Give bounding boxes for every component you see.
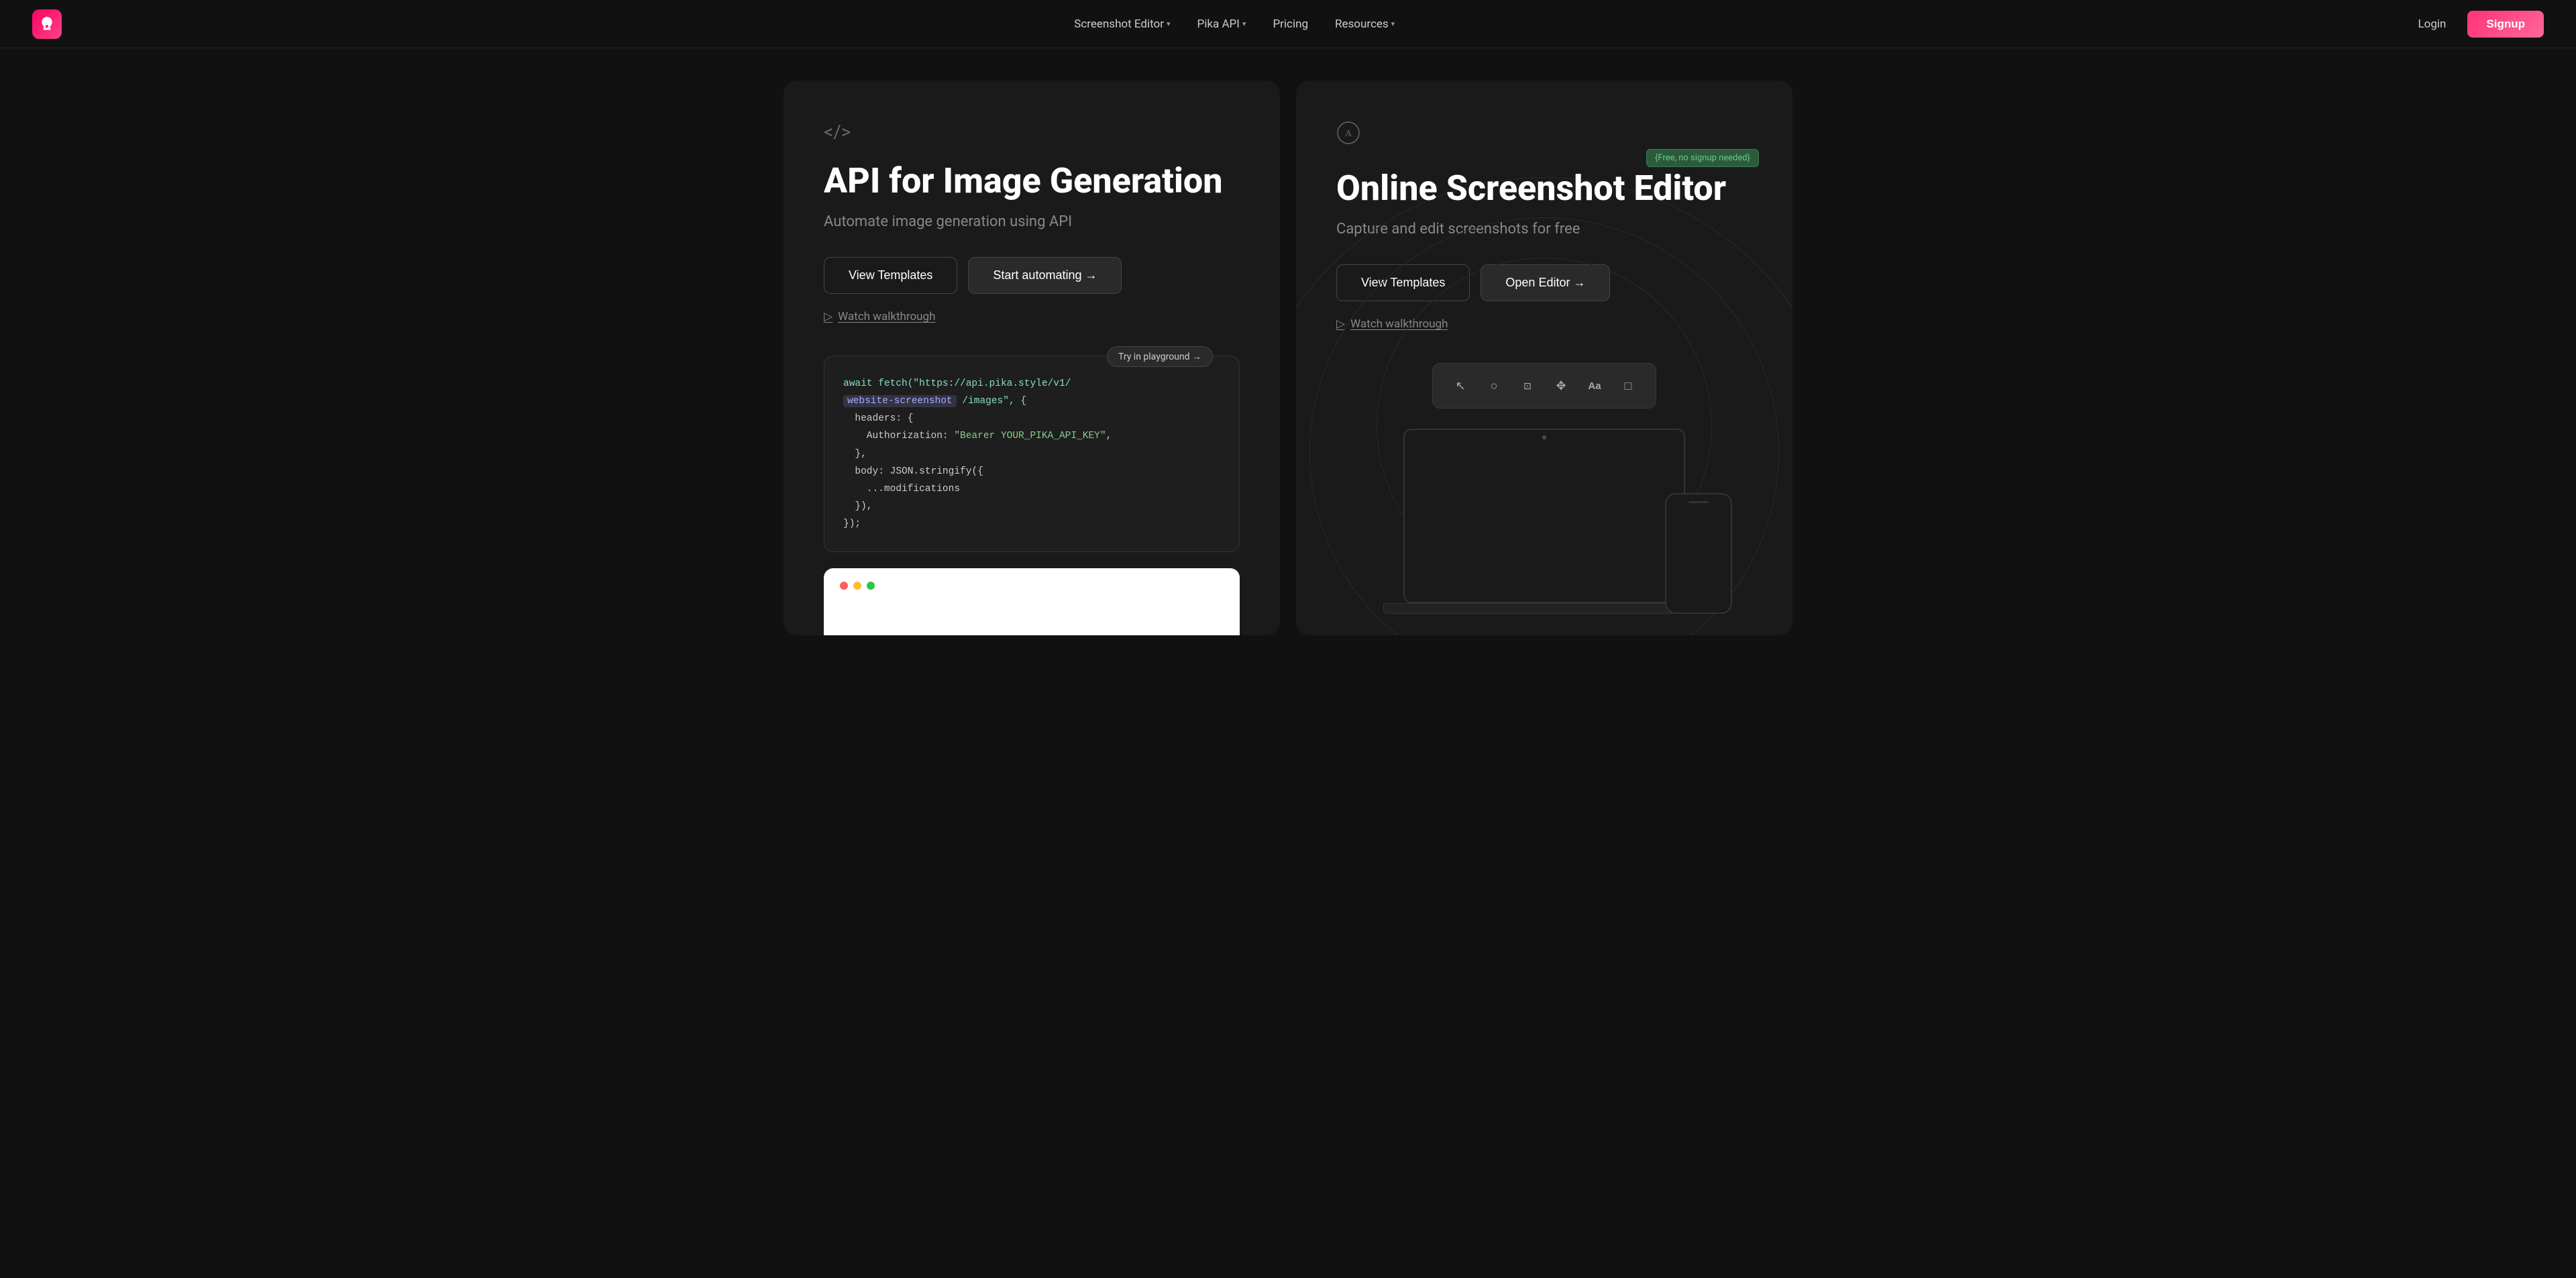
device-laptop-base [1383,603,1705,614]
editor-card-buttons: View Templates Open Editor → [1336,264,1752,301]
main-content: </> API for Image Generation Automate im… [751,48,1825,635]
crop-tool-button[interactable]: ⊡ [1513,372,1542,400]
chevron-down-icon: ▾ [1391,19,1395,28]
login-button[interactable]: Login [2407,12,2457,36]
circle-tool-button[interactable]: ○ [1480,372,1508,400]
code-line-6: body: JSON.stringify({ [843,463,1220,480]
editor-icon: A [1336,121,1752,150]
navbar: Screenshot Editor ▾ Pika API ▾ Pricing R… [0,0,2576,48]
logo[interactable] [32,9,62,39]
nav-item-pricing[interactable]: Pricing [1262,12,1319,36]
preview-card [824,568,1240,635]
editor-card-subtitle: Capture and edit screenshots for free [1336,221,1752,237]
code-line-2: website-screenshot /images", { [843,392,1220,410]
laptop-wrapper [1383,429,1705,614]
api-card-title: API for Image Generation [824,162,1240,200]
editor-title-container: {Free, no signup needed} Online Screensh… [1336,169,1752,207]
api-card-buttons: View Templates Start automating → [824,257,1240,294]
signup-button[interactable]: Signup [2467,11,2544,38]
logo-icon [38,15,56,33]
api-card-subtitle: Automate image generation using API [824,213,1240,230]
move-tool-button[interactable]: ✥ [1547,372,1575,400]
api-card: </> API for Image Generation Automate im… [784,81,1280,635]
nav-item-pika-api[interactable]: Pika API ▾ [1187,12,1257,36]
code-line-1: await fetch("https://api.pika.style/v1/ [843,375,1220,392]
phone-notch [1688,501,1709,503]
window-dots [840,582,1224,590]
api-view-templates-button[interactable]: View Templates [824,257,957,294]
nav-center: Screenshot Editor ▾ Pika API ▾ Pricing R… [1063,12,1405,36]
editor-view-templates-button[interactable]: View Templates [1336,264,1470,301]
text-tool-button[interactable]: Aa [1580,372,1609,400]
editor-section: ↖ ○ ⊡ ✥ Aa □ [1336,363,1752,614]
dot-red [840,582,848,590]
dot-yellow [853,582,861,590]
code-section: Try in playground → await fetch("https:/… [824,356,1240,635]
editor-watch-walkthrough-link[interactable]: ▷ Watch walkthrough [1336,317,1752,331]
devices-container [1336,429,1752,614]
api-icon: </> [824,121,1240,143]
nav-item-screenshot-editor[interactable]: Screenshot Editor ▾ [1063,12,1181,36]
code-line-7: ...modifications [843,480,1220,498]
try-playground-badge[interactable]: Try in playground → [1107,346,1213,367]
editor-card: A {Free, no signup needed} Online Screen… [1296,81,1792,635]
play-icon: ▷ [1336,317,1345,331]
api-watch-walkthrough-link[interactable]: ▷ Watch walkthrough [824,310,1240,323]
rect-tool-button[interactable]: □ [1614,372,1642,400]
code-line-5: }, [843,445,1220,463]
chevron-down-icon: ▾ [1242,19,1246,28]
laptop-camera [1543,435,1546,438]
editor-toolbar: ↖ ○ ⊡ ✥ Aa □ [1432,363,1656,409]
code-line-9: }); [843,515,1220,533]
editor-card-title: Online Screenshot Editor [1336,169,1752,207]
chevron-down-icon: ▾ [1167,19,1171,28]
svg-text:A: A [1345,129,1352,139]
code-block: await fetch("https://api.pika.style/v1/ … [824,356,1240,552]
device-laptop [1403,429,1685,603]
code-line-3: headers: { [843,410,1220,427]
code-line-4: Authorization: "Bearer YOUR_PIKA_API_KEY… [843,427,1220,445]
device-phone [1665,493,1732,614]
nav-item-resources[interactable]: Resources ▾ [1324,12,1405,36]
open-editor-button[interactable]: Open Editor → [1481,264,1610,301]
dot-green [867,582,875,590]
api-start-automating-button[interactable]: Start automating → [968,257,1122,294]
code-line-8: }), [843,498,1220,515]
nav-right: Login Signup [2407,11,2544,38]
play-icon: ▷ [824,310,833,323]
cursor-tool-button[interactable]: ↖ [1446,372,1474,400]
free-badge: {Free, no signup needed} [1646,149,1759,167]
